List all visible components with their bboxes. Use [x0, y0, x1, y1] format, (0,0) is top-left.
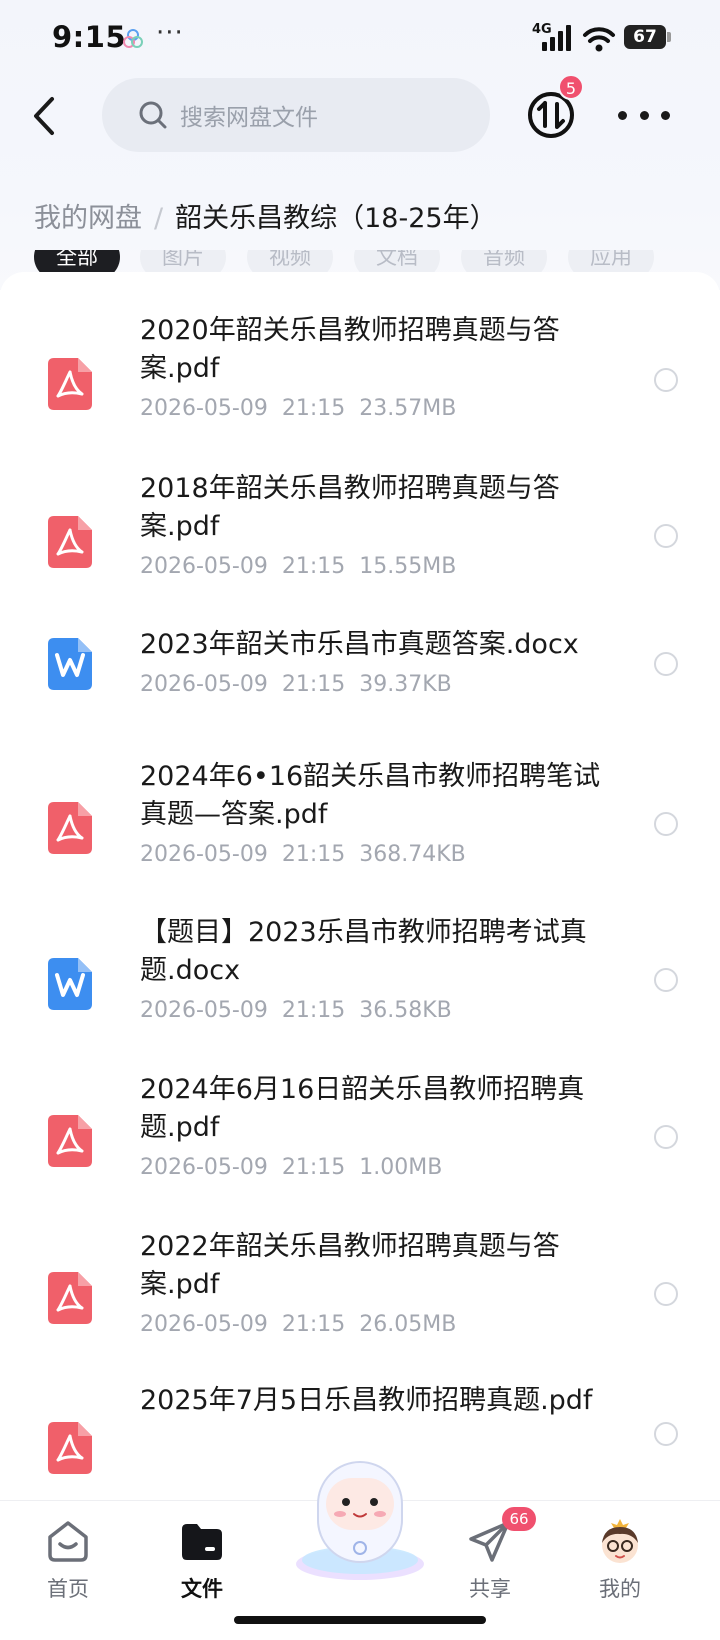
signal-icon [542, 25, 571, 51]
select-checkbox[interactable] [654, 368, 678, 392]
share-badge: 66 [502, 1507, 536, 1531]
nav-files[interactable]: 文件 [152, 1517, 252, 1603]
battery-icon: 67 [624, 25, 666, 49]
search-icon [139, 101, 167, 129]
file-name: 2020年韶关乐昌教师招聘真题与答案.pdf [140, 315, 560, 384]
status-bar: 9:15 ··· 4G 67 [0, 0, 720, 80]
transfer-badge: 5 [558, 74, 584, 100]
wifi-icon [583, 27, 615, 52]
nav-home[interactable]: 首页 [18, 1517, 118, 1603]
status-more-indicator: ··· [156, 18, 184, 48]
breadcrumb-root[interactable]: 我的网盘 [34, 203, 142, 234]
pdf-file-icon [48, 1272, 92, 1324]
word-file-icon [48, 638, 92, 690]
nav-profile[interactable]: 我的 [570, 1517, 670, 1603]
nav-label: 共享 [469, 1577, 511, 1601]
status-time: 9:15 [52, 20, 127, 54]
home-icon [48, 1521, 88, 1562]
more-dot [639, 110, 649, 120]
app-notification-icon [123, 29, 143, 48]
file-name: 【题目】2023乐昌市教师招聘考试真题.docx [140, 917, 587, 986]
pdf-file-icon [48, 358, 92, 410]
profile-avatar-icon [602, 1519, 638, 1563]
pdf-file-icon [48, 516, 92, 568]
more-dot [618, 110, 627, 120]
folder-icon [182, 1524, 222, 1560]
file-meta: 2026-05-09 21:15 368.74KB [140, 842, 466, 867]
file-meta: 2026-05-09 21:15 23.57MB [140, 396, 457, 421]
file-meta: 2026-05-09 21:15 1.00MB [140, 1155, 443, 1180]
search-input[interactable]: 搜索网盘文件 [102, 78, 490, 152]
select-checkbox[interactable] [654, 968, 678, 992]
word-file-icon [48, 958, 92, 1010]
file-row[interactable]: 【题目】2023乐昌市教师招聘考试真题.docx 2026-05-09 21:1… [0, 912, 720, 1052]
pdf-file-icon [48, 802, 92, 854]
file-row[interactable]: 2023年韶关市乐昌市真题答案.docx 2026-05-09 21:15 39… [0, 624, 720, 724]
back-arrow-icon [34, 97, 54, 135]
pdf-file-icon [48, 1115, 92, 1167]
file-name: 2023年韶关市乐昌市真题答案.docx [140, 629, 579, 660]
select-checkbox[interactable] [654, 812, 678, 836]
breadcrumb: 我的网盘 / 韶关乐昌教综（18-25年） [34, 196, 497, 235]
breadcrumb-separator: / [154, 203, 164, 234]
select-checkbox[interactable] [654, 1282, 678, 1306]
nav-label: 我的 [599, 1577, 641, 1601]
file-name: 2024年6月16日韶关乐昌教师招聘真题.pdf [140, 1074, 585, 1143]
breadcrumb-current: 韶关乐昌教综（18-25年） [175, 203, 497, 234]
file-name: 2022年韶关乐昌教师招聘真题与答案.pdf [140, 1231, 560, 1300]
file-row[interactable]: 2020年韶关乐昌教师招聘真题与答案.pdf 2026-05-09 21:15 … [0, 308, 720, 448]
nav-label: 文件 [181, 1577, 223, 1601]
nav-label: 首页 [47, 1577, 89, 1601]
back-button[interactable] [24, 88, 64, 144]
file-row[interactable]: 2024年6•16韶关乐昌市教师招聘笔试真题—答案.pdf 2026-05-09… [0, 756, 720, 896]
file-meta: 2026-05-09 21:15 15.55MB [140, 554, 457, 579]
file-name: 2024年6•16韶关乐昌市教师招聘笔试真题—答案.pdf [140, 761, 601, 830]
file-row[interactable]: 2018年韶关乐昌教师招聘真题与答案.pdf 2026-05-09 21:15 … [0, 466, 720, 606]
file-meta: 2026-05-09 21:15 36.58KB [140, 998, 452, 1023]
search-placeholder: 搜索网盘文件 [180, 105, 318, 131]
nav-share[interactable]: 66 共享 [440, 1507, 540, 1603]
select-checkbox[interactable] [654, 1422, 678, 1446]
file-name: 2025年7月5日乐昌教师招聘真题.pdf [140, 1385, 593, 1416]
pdf-file-icon [48, 1422, 92, 1474]
file-list: 2020年韶关乐昌教师招聘真题与答案.pdf 2026-05-09 21:15 … [0, 272, 720, 1502]
more-button[interactable] [618, 100, 670, 130]
select-checkbox[interactable] [654, 652, 678, 676]
more-dot [661, 110, 670, 120]
file-meta: 2026-05-09 21:15 26.05MB [140, 1312, 457, 1337]
select-checkbox[interactable] [654, 1125, 678, 1149]
file-row[interactable]: 2022年韶关乐昌教师招聘真题与答案.pdf 2026-05-09 21:15 … [0, 1226, 720, 1366]
file-name: 2018年韶关乐昌教师招聘真题与答案.pdf [140, 473, 560, 542]
select-checkbox[interactable] [654, 524, 678, 548]
home-indicator [234, 1616, 486, 1624]
file-row[interactable]: 2024年6月16日韶关乐昌教师招聘真题.pdf 2026-05-09 21:1… [0, 1069, 720, 1209]
assistant-mascot-button[interactable] [288, 1456, 432, 1586]
file-meta: 2026-05-09 21:15 39.37KB [140, 672, 452, 697]
battery-tip [667, 32, 671, 42]
